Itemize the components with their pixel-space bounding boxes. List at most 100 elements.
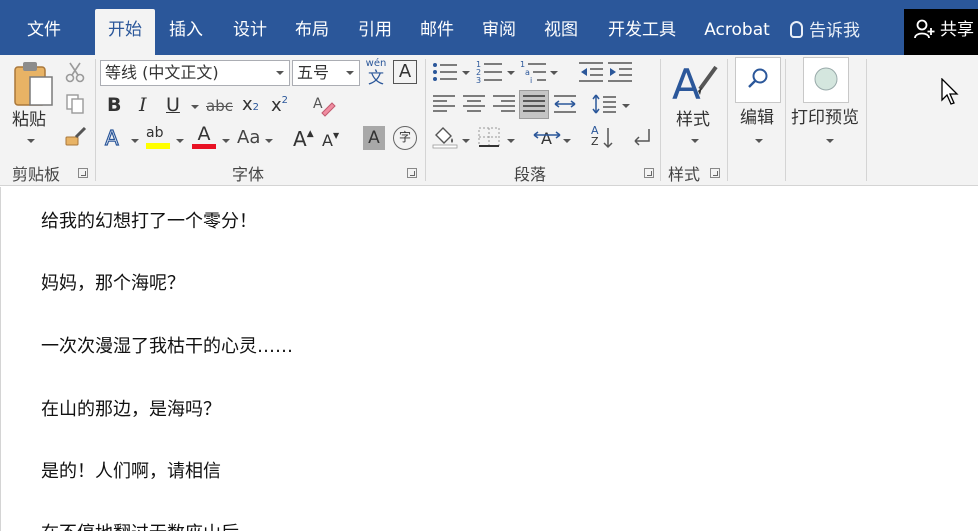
paragraph[interactable]: 一次次漫湿了我枯干的心灵…… — [41, 332, 293, 358]
document-body[interactable]: 给我的幻想打了一个零分！ 妈妈，那个海呢？ 一次次漫湿了我枯干的心灵…… 在山的… — [0, 187, 978, 531]
cut-button[interactable] — [64, 61, 86, 87]
multilevel-dropdown-icon[interactable] — [550, 71, 558, 75]
line-spacing-button[interactable] — [591, 93, 617, 119]
superscript-button[interactable]: x2 — [271, 96, 288, 115]
tab-review[interactable]: 审阅 — [472, 9, 526, 55]
align-left-button[interactable] — [432, 93, 456, 119]
font-name-dropdown-icon[interactable] — [276, 71, 284, 75]
ribbon-tab-bar: 文件 开始 插入 设计 布局 引用 邮件 审阅 视图 开发工具 Acrobat … — [0, 0, 978, 55]
highlight-button[interactable]: ab — [146, 125, 172, 149]
font-group-label: 字体 — [231, 165, 264, 184]
copy-icon — [66, 94, 84, 114]
share-button[interactable]: 共享 — [904, 9, 978, 55]
bullets-button[interactable] — [432, 61, 458, 87]
tab-design[interactable]: 设计 — [222, 9, 278, 55]
grow-font-button[interactable]: A▲ — [293, 129, 314, 149]
tell-me-box[interactable]: 告诉我 — [790, 9, 860, 55]
font-size-combo[interactable]: 五号 — [292, 60, 360, 86]
paste-dropdown-icon[interactable] — [27, 139, 35, 143]
styles-group-label: 样式 — [667, 165, 700, 184]
print-preview-dropdown-icon[interactable] — [826, 139, 834, 143]
clear-formatting-button[interactable]: A — [312, 93, 336, 121]
multilevel-list-button[interactable]: 1 a i — [520, 59, 548, 89]
line-spacing-icon — [592, 94, 616, 114]
share-label: 共享 — [940, 20, 974, 40]
tab-insert[interactable]: 插入 — [160, 9, 212, 55]
underline-button[interactable]: U — [166, 96, 180, 115]
text-effects-dropdown-icon[interactable] — [131, 139, 139, 143]
char-border-button[interactable]: A — [393, 60, 417, 84]
align-center-button[interactable] — [462, 93, 486, 119]
subscript-button[interactable]: x2 — [242, 96, 259, 114]
editing-button[interactable] — [735, 57, 781, 103]
paragraph-launcher[interactable] — [644, 168, 654, 178]
chinese-layout-button[interactable]: A — [533, 127, 561, 153]
distributed-button[interactable] — [553, 93, 577, 119]
shrink-font-button[interactable]: A▼ — [322, 132, 339, 149]
decrease-indent-button[interactable] — [578, 61, 604, 87]
bold-button[interactable]: B — [107, 96, 121, 115]
paragraph[interactable]: 在山的那边，是海吗？ — [41, 395, 221, 421]
enclose-char-button[interactable]: 字 — [393, 126, 417, 150]
line-spacing-dropdown-icon[interactable] — [622, 104, 630, 108]
clipboard-launcher[interactable] — [78, 168, 88, 178]
print-preview-label: 打印预览 — [791, 108, 859, 128]
numbering-dropdown-icon[interactable] — [507, 71, 515, 75]
tab-developer[interactable]: 开发工具 — [598, 9, 686, 55]
paint-bucket-icon — [432, 127, 458, 149]
styles-gallery-button[interactable]: A — [670, 59, 720, 111]
change-case-button[interactable]: Aa — [237, 129, 260, 147]
tab-mailings[interactable]: 邮件 — [410, 9, 464, 55]
borders-dropdown-icon[interactable] — [507, 139, 515, 143]
shading-button[interactable] — [432, 125, 458, 153]
change-case-dropdown-icon[interactable] — [265, 139, 273, 143]
justify-button[interactable] — [519, 90, 549, 119]
borders-button[interactable] — [477, 126, 501, 152]
paragraph[interactable]: 是的！人们啊，请相信 — [41, 457, 221, 483]
styles-dropdown-icon[interactable] — [691, 139, 699, 143]
tab-home[interactable]: 开始 — [95, 9, 155, 55]
group-separator — [660, 59, 661, 181]
increase-indent-button[interactable] — [607, 61, 633, 87]
tab-view[interactable]: 视图 — [534, 9, 588, 55]
show-marks-button[interactable] — [631, 127, 653, 153]
tab-layout[interactable]: 布局 — [286, 9, 338, 55]
italic-button[interactable]: I — [139, 96, 147, 115]
font-launcher[interactable] — [407, 168, 417, 178]
align-right-button[interactable] — [492, 93, 516, 119]
numbering-icon: 1 2 3 — [476, 60, 502, 85]
char-shading-button[interactable]: A — [363, 126, 385, 150]
editing-dropdown-icon[interactable] — [755, 139, 763, 143]
format-painter-button[interactable] — [64, 125, 88, 151]
bullets-icon — [433, 63, 457, 81]
bullets-dropdown-icon[interactable] — [462, 71, 470, 75]
paragraph[interactable]: 给我的幻想打了一个零分！ — [41, 207, 257, 233]
phonetic-guide-button[interactable]: wén 文 — [365, 58, 387, 87]
paragraph[interactable]: 在不停地翻过无数座山后 — [41, 519, 239, 531]
chinese-layout-dropdown-icon[interactable] — [563, 139, 571, 143]
svg-text:A: A — [313, 96, 323, 112]
paragraph[interactable]: 妈妈，那个海呢？ — [41, 269, 185, 295]
styles-launcher[interactable] — [710, 168, 720, 178]
align-center-icon — [463, 95, 485, 112]
font-name-combo[interactable]: 等线 (中文正文) — [100, 60, 290, 86]
paste-button[interactable] — [12, 59, 56, 113]
shading-dropdown-icon[interactable] — [462, 139, 470, 143]
strikethrough-button[interactable]: abc — [206, 99, 233, 114]
print-preview-button[interactable] — [803, 57, 849, 103]
copy-button[interactable] — [64, 93, 86, 119]
highlight-dropdown-icon[interactable] — [176, 139, 184, 143]
underline-dropdown-icon[interactable] — [191, 105, 199, 109]
tab-references[interactable]: 引用 — [348, 9, 402, 55]
font-color-dropdown-icon[interactable] — [222, 139, 230, 143]
svg-text:A: A — [541, 129, 552, 148]
font-size-dropdown-icon[interactable] — [346, 71, 354, 75]
distributed-icon — [554, 95, 576, 113]
numbering-button[interactable]: 1 2 3 — [476, 59, 504, 89]
tab-file[interactable]: 文件 — [8, 9, 80, 55]
text-effects-button[interactable]: A — [104, 127, 119, 148]
font-color-button[interactable]: A — [192, 124, 216, 149]
sort-button[interactable]: A Z — [591, 125, 615, 149]
tab-acrobat[interactable]: Acrobat — [696, 9, 778, 55]
align-left-icon — [433, 95, 455, 112]
